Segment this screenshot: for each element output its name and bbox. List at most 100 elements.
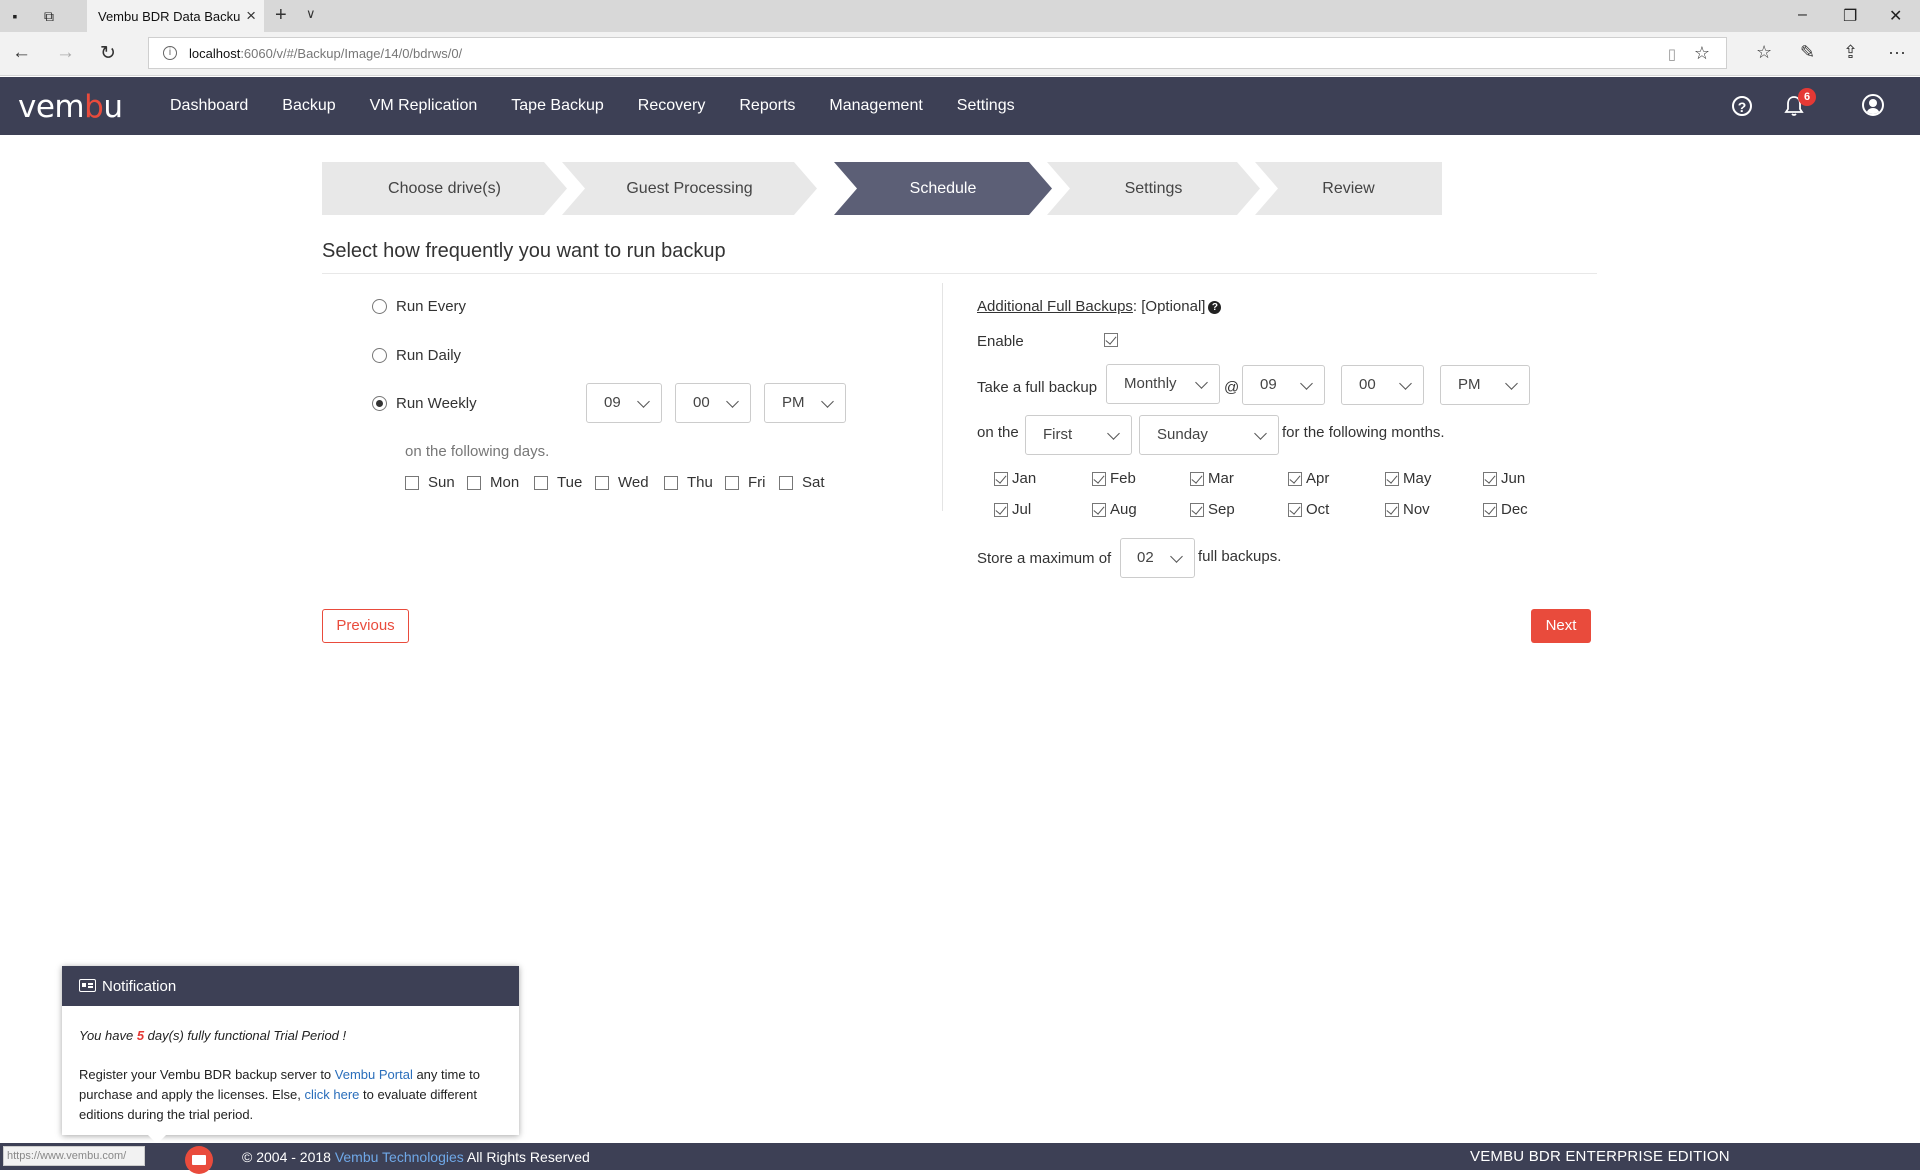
tab-close-icon[interactable]: × [246,6,256,26]
previous-button[interactable]: Previous [322,609,409,643]
checkbox[interactable] [467,475,481,490]
radio-run-every[interactable]: Run Every [372,298,466,315]
wizard-step-guest-processing[interactable]: Guest Processing [562,162,817,215]
enable-label: Enable [977,333,1024,350]
month-checkbox-jul[interactable]: Jul [994,501,1031,518]
checkbox[interactable] [405,475,419,490]
more-menu-icon[interactable]: ··· [1888,42,1906,63]
day-checkbox-tue[interactable]: Tue [534,474,582,491]
site-info-icon[interactable]: i [163,46,177,60]
day-checkbox-sun[interactable]: Sun [405,474,455,491]
click-here-link[interactable]: click here [304,1087,359,1102]
day-checkbox-fri[interactable]: Fri [725,474,766,491]
minimize-icon[interactable]: – [1798,6,1807,24]
day-checkbox-mon[interactable]: Mon [467,474,519,491]
checkbox[interactable] [994,502,1008,517]
checkbox[interactable] [1190,502,1204,517]
month-checkbox-jan[interactable]: Jan [994,470,1036,487]
back-icon[interactable]: ← [12,42,31,64]
refresh-icon[interactable]: ↻ [100,42,116,65]
month-checkbox-feb[interactable]: Feb [1092,470,1136,487]
store-suffix: full backups. [1198,548,1282,565]
weekly-hour-select[interactable]: 09 [586,383,662,423]
checkbox[interactable] [534,475,548,490]
help-icon[interactable]: ? [1732,96,1752,116]
close-window-icon[interactable]: ✕ [1889,6,1902,26]
full-backup-hour-select[interactable]: 09 [1242,365,1325,405]
month-checkbox-nov[interactable]: Nov [1385,501,1430,518]
tab-actions-icon[interactable]: ▪ [6,8,24,24]
nav-reports[interactable]: Reports [739,77,795,135]
month-checkbox-mar[interactable]: Mar [1190,470,1234,487]
checkbox[interactable] [779,475,793,490]
tab-list-chevron-icon[interactable]: ∨ [306,6,316,22]
next-button[interactable]: Next [1531,609,1591,643]
checkbox[interactable] [1288,502,1302,517]
chevron-down-icon [1170,550,1183,563]
reading-view-icon[interactable]: ▯ [1668,45,1676,63]
browser-tab[interactable]: Vembu BDR Data Backu × [87,0,264,32]
full-backup-minute-select[interactable]: 00 [1341,365,1424,405]
max-full-backups-select[interactable]: 02 [1120,538,1195,578]
month-checkbox-dec[interactable]: Dec [1483,501,1528,518]
month-checkbox-oct[interactable]: Oct [1288,501,1329,518]
day-checkbox-thu[interactable]: Thu [664,474,713,491]
month-checkbox-aug[interactable]: Aug [1092,501,1137,518]
day-checkbox-sat[interactable]: Sat [779,474,825,491]
nav-tape-backup[interactable]: Tape Backup [511,77,604,135]
new-tab-icon[interactable]: + [275,4,287,27]
checkbox[interactable] [1092,471,1106,486]
full-backup-ampm-select[interactable]: PM [1440,365,1530,405]
enable-checkbox[interactable] [1104,333,1118,347]
radio-run-weekly[interactable]: Run Weekly [372,395,477,412]
nav-settings[interactable]: Settings [957,77,1015,135]
checkbox[interactable] [994,471,1008,486]
checkbox[interactable] [725,475,739,490]
checkbox[interactable] [1190,471,1204,486]
wizard-step-review[interactable]: Review [1255,162,1442,215]
company-link[interactable]: Vembu Technologies [335,1149,464,1165]
vembu-portal-link[interactable]: Vembu Portal [335,1067,413,1082]
checkbox[interactable] [595,475,609,490]
checkbox[interactable] [1092,502,1106,517]
wizard-step-schedule[interactable]: Schedule [834,162,1052,215]
restore-icon[interactable]: ❐ [1843,6,1857,26]
checkbox[interactable] [1385,502,1399,517]
nav-backup[interactable]: Backup [282,77,335,135]
checkbox[interactable] [664,475,678,490]
nav-dashboard[interactable]: Dashboard [170,77,248,135]
set-aside-tabs-icon[interactable]: ⧉ [40,8,58,24]
pen-notes-icon[interactable]: ✎ [1800,42,1815,63]
weekly-minute-select[interactable]: 00 [675,383,751,423]
checkbox[interactable] [1483,502,1497,517]
radio-button-selected[interactable] [372,396,387,411]
url-field[interactable]: i localhost:6060/v/#/Backup/Image/14/0/b… [148,37,1727,69]
checkbox[interactable] [1288,471,1302,486]
share-icon[interactable]: ⇪ [1843,42,1858,63]
favorite-star-icon[interactable]: ☆ [1694,43,1710,64]
checkbox[interactable] [1483,471,1497,486]
month-checkbox-may[interactable]: May [1385,470,1431,487]
month-checkbox-apr[interactable]: Apr [1288,470,1329,487]
day-checkbox-wed[interactable]: Wed [595,474,649,491]
favorites-hub-icon[interactable]: ☆ [1756,42,1772,63]
frequency-select[interactable]: Monthly [1106,364,1220,404]
checkbox[interactable] [1385,471,1399,486]
month-checkbox-sep[interactable]: Sep [1190,501,1235,518]
nav-vm-replication[interactable]: VM Replication [370,77,478,135]
radio-button[interactable] [372,348,387,363]
forward-icon[interactable]: → [56,42,75,64]
week-occurrence-select[interactable]: First [1025,415,1132,455]
radio-run-daily[interactable]: Run Daily [372,347,461,364]
wizard-step-settings[interactable]: Settings [1047,162,1260,215]
vembu-logo[interactable]: vembu [18,89,123,125]
help-question-icon[interactable]: ? [1208,301,1222,314]
nav-recovery[interactable]: Recovery [638,77,706,135]
weekly-ampm-select[interactable]: PM [764,383,846,423]
nav-management[interactable]: Management [829,77,922,135]
month-checkbox-jun[interactable]: Jun [1483,470,1525,487]
user-avatar-icon[interactable] [1862,94,1884,116]
radio-button[interactable] [372,299,387,314]
wizard-step-choose-drives[interactable]: Choose drive(s) [322,162,567,215]
weekday-select[interactable]: Sunday [1139,415,1279,455]
